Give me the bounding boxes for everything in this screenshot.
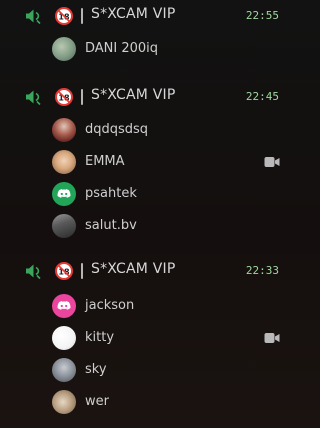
voice-member[interactable]: salut.bv — [0, 212, 290, 242]
separator — [81, 8, 83, 24]
member-name: DANI 200iq — [85, 41, 159, 56]
18-plus-icon: 18 — [55, 88, 73, 106]
member-name: wer — [85, 394, 109, 409]
voice-speaker-icon — [26, 9, 41, 25]
member-name: salut.bv — [85, 218, 137, 233]
voice-member[interactable]: EMMA — [0, 148, 290, 178]
voice-speaker-icon — [26, 90, 41, 106]
member-name: EMMA — [85, 154, 125, 169]
separator — [81, 89, 83, 105]
channel-time: 22:33 — [245, 264, 279, 277]
voice-member[interactable]: wer — [0, 388, 290, 418]
member-name: kitty — [85, 330, 115, 345]
avatar — [52, 118, 76, 142]
voice-member[interactable]: psahtek — [0, 180, 290, 210]
avatar — [52, 390, 76, 414]
voice-member[interactable]: kitty — [0, 324, 290, 354]
video-camera-icon — [264, 157, 280, 167]
voice-member[interactable]: dqdqsdsq — [0, 116, 290, 146]
avatar — [52, 37, 76, 61]
member-name: dqdqsdsq — [85, 122, 149, 137]
avatar — [52, 326, 76, 350]
voice-channel-1[interactable]: 18 S*XCAM VIP 22:55 — [0, 1, 290, 31]
member-name: jackson — [85, 298, 135, 313]
voice-member[interactable]: sky — [0, 356, 290, 386]
avatar — [52, 182, 76, 206]
member-name: psahtek — [85, 186, 137, 201]
avatar — [52, 294, 76, 318]
channel-time: 22:55 — [245, 9, 279, 22]
channel-name: S*XCAM VIP — [91, 6, 176, 22]
separator — [81, 263, 83, 279]
member-name: sky — [85, 362, 107, 377]
voice-member[interactable]: DANI 200iq — [0, 35, 290, 65]
voice-speaker-icon — [26, 264, 41, 280]
channel-name: S*XCAM VIP — [91, 87, 176, 103]
voice-member[interactable]: jackson — [0, 292, 290, 322]
discord-logo-icon — [57, 301, 71, 310]
avatar — [52, 150, 76, 174]
voice-channel-2[interactable]: 18 S*XCAM VIP 22:45 — [0, 82, 290, 112]
18-plus-icon: 18 — [55, 262, 73, 280]
avatar — [52, 214, 76, 238]
voice-channel-3[interactable]: 18 S*XCAM VIP 22:33 — [0, 256, 290, 286]
channel-name: S*XCAM VIP — [91, 261, 176, 277]
18-plus-icon: 18 — [55, 7, 73, 25]
channel-time: 22:45 — [245, 90, 279, 103]
avatar — [52, 358, 76, 382]
video-camera-icon — [264, 333, 280, 343]
discord-logo-icon — [57, 189, 71, 198]
